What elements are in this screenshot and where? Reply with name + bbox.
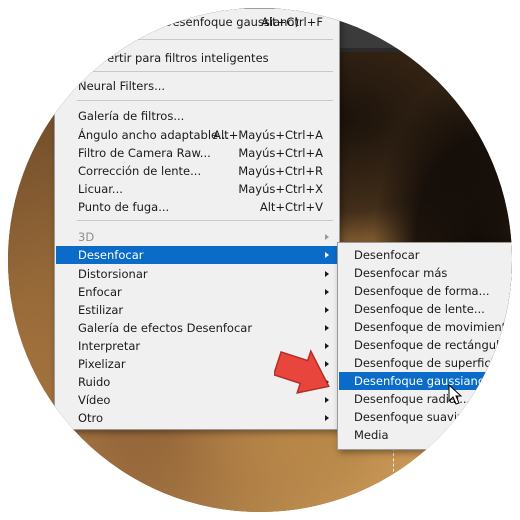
menu-item-label: Distorsionar: [78, 267, 148, 281]
submenu-item-box-blur[interactable]: Desenfoque de rectángulo...: [339, 336, 512, 354]
menu-item-label: Interpretar: [78, 339, 141, 353]
submenu-arrow-icon: [322, 283, 332, 301]
submenu-item-radial-blur[interactable]: Desenfoque radial...: [339, 390, 512, 408]
blur-submenu: Desenfocar Desenfocar más Desenfoque de …: [337, 242, 512, 450]
menu-item-blur-gallery[interactable]: Galería de efectos Desenfocar: [56, 319, 338, 337]
menu-item-lens-correction[interactable]: Corrección de lente... Mayús+Ctrl+R: [56, 162, 338, 180]
menu-item-shortcut: Alt+Ctrl+F: [261, 15, 323, 29]
menu-item-label: Galería de efectos Desenfocar: [78, 321, 253, 335]
menu-item-blur[interactable]: Desenfocar: [56, 246, 338, 264]
menu-item-shortcut: Mayús+Ctrl+X: [238, 182, 323, 196]
submenu-arrow-icon: [322, 228, 332, 246]
menu-item-neural-filters[interactable]: Neural Filters...: [56, 77, 338, 95]
submenu-item-gaussian-blur[interactable]: Desenfoque gaussiano...: [339, 372, 512, 390]
menu-separator: [77, 39, 333, 40]
menu-item-label: Pixelizar: [78, 357, 126, 371]
menu-item-label: Neural Filters...: [78, 79, 166, 93]
submenu-item-blur-more[interactable]: Desenfocar más: [339, 264, 512, 282]
menu-separator: [77, 71, 333, 72]
menu-item-label: Licuar...: [78, 182, 123, 196]
submenu-item-shape-blur[interactable]: Desenfoque de forma...: [339, 282, 512, 300]
submenu-item-smart-blur[interactable]: Desenfoque suavizado...: [339, 408, 512, 426]
menu-item-distort[interactable]: Distorsionar: [56, 265, 338, 283]
app-top-bar-edge: [338, 48, 512, 52]
menu-item-label: Punto de fuga...: [78, 200, 170, 214]
submenu-item-label: Desenfoque de superficie...: [354, 356, 512, 370]
menu-item-label: Enfocar: [78, 285, 122, 299]
submenu-item-label: Desenfocar: [354, 248, 420, 262]
menu-item-convert-smart-filters[interactable]: Convertir para filtros inteligentes: [56, 49, 338, 67]
submenu-item-label: Desenfoque suavizado...: [354, 410, 496, 424]
submenu-item-lens-blur[interactable]: Desenfoque de lente...: [339, 300, 512, 318]
red-arrow-annotation-icon: [274, 349, 330, 394]
menu-item-other[interactable]: Otro: [56, 409, 338, 427]
menu-item-shortcut: Mayús+Ctrl+A: [238, 146, 323, 160]
submenu-arrow-icon: [322, 265, 332, 283]
submenu-item-motion-blur[interactable]: Desenfoque de movimiento...: [339, 318, 512, 336]
submenu-arrow-icon: [322, 319, 332, 337]
selection-marquee: [393, 448, 394, 508]
menu-separator: [77, 220, 333, 221]
menu-item-3d: 3D: [56, 228, 338, 246]
menu-item-sharpen[interactable]: Enfocar: [56, 283, 338, 301]
submenu-item-label: Desenfoque de lente...: [354, 302, 485, 316]
menu-item-label: Otro: [78, 411, 104, 425]
menu-item-label: Corrección de lente...: [78, 164, 202, 178]
menu-item-shortcut: Alt+Mayús+Ctrl+A: [213, 128, 323, 142]
menu-item-vanishing-point[interactable]: Punto de fuga... Alt+Ctrl+V: [56, 198, 338, 216]
submenu-item-label: Media: [354, 428, 389, 442]
menu-item-label: Ruido: [78, 375, 111, 389]
menu-item-shortcut: Mayús+Ctrl+R: [238, 164, 323, 178]
menu-item-stylize[interactable]: Estilizar: [56, 301, 338, 319]
submenu-item-surface-blur[interactable]: Desenfoque de superficie...: [339, 354, 512, 372]
submenu-arrow-icon: [322, 301, 332, 319]
app-top-bar: [328, 8, 512, 52]
menu-item-last-filter[interactable]: Filtro anterior (Desenfoque gaussiano) A…: [56, 13, 338, 31]
submenu-item-label: Desenfocar más: [354, 266, 448, 280]
menu-separator: [77, 100, 333, 101]
menu-item-label: Convertir para filtros inteligentes: [78, 51, 269, 65]
submenu-item-blur[interactable]: Desenfocar: [339, 246, 512, 264]
submenu-item-label: Desenfoque gaussiano...: [354, 374, 496, 388]
menu-item-label: Desenfocar: [78, 248, 144, 262]
menu-item-liquify[interactable]: Licuar... Mayús+Ctrl+X: [56, 180, 338, 198]
menu-item-label: Estilizar: [78, 303, 124, 317]
submenu-item-label: Desenfoque de movimiento...: [354, 320, 512, 334]
screenshot-circle-frame: Filtro anterior (Desenfoque gaussiano) A…: [8, 8, 512, 512]
menu-item-shortcut: Alt+Ctrl+V: [259, 200, 323, 214]
menu-item-camera-raw[interactable]: Filtro de Camera Raw... Mayús+Ctrl+A: [56, 144, 338, 162]
menu-item-filter-gallery[interactable]: Galería de filtros...: [56, 107, 338, 125]
menu-item-label: Galería de filtros...: [78, 109, 185, 123]
submenu-item-average[interactable]: Media: [339, 426, 512, 444]
submenu-arrow-icon: [322, 246, 332, 264]
mouse-pointer-icon: [448, 384, 462, 405]
menu-item-label: Filtro de Camera Raw...: [78, 146, 211, 160]
submenu-item-label: Desenfoque de rectángulo...: [354, 338, 512, 352]
submenu-item-label: Desenfoque de forma...: [354, 284, 490, 298]
menu-item-label: Ángulo ancho adaptable...: [78, 128, 230, 142]
submenu-arrow-icon: [322, 409, 332, 427]
menu-item-adaptive-wide-angle[interactable]: Ángulo ancho adaptable... Alt+Mayús+Ctrl…: [56, 126, 338, 144]
menu-item-label: 3D: [78, 230, 95, 244]
menu-item-label: Vídeo: [78, 393, 111, 407]
